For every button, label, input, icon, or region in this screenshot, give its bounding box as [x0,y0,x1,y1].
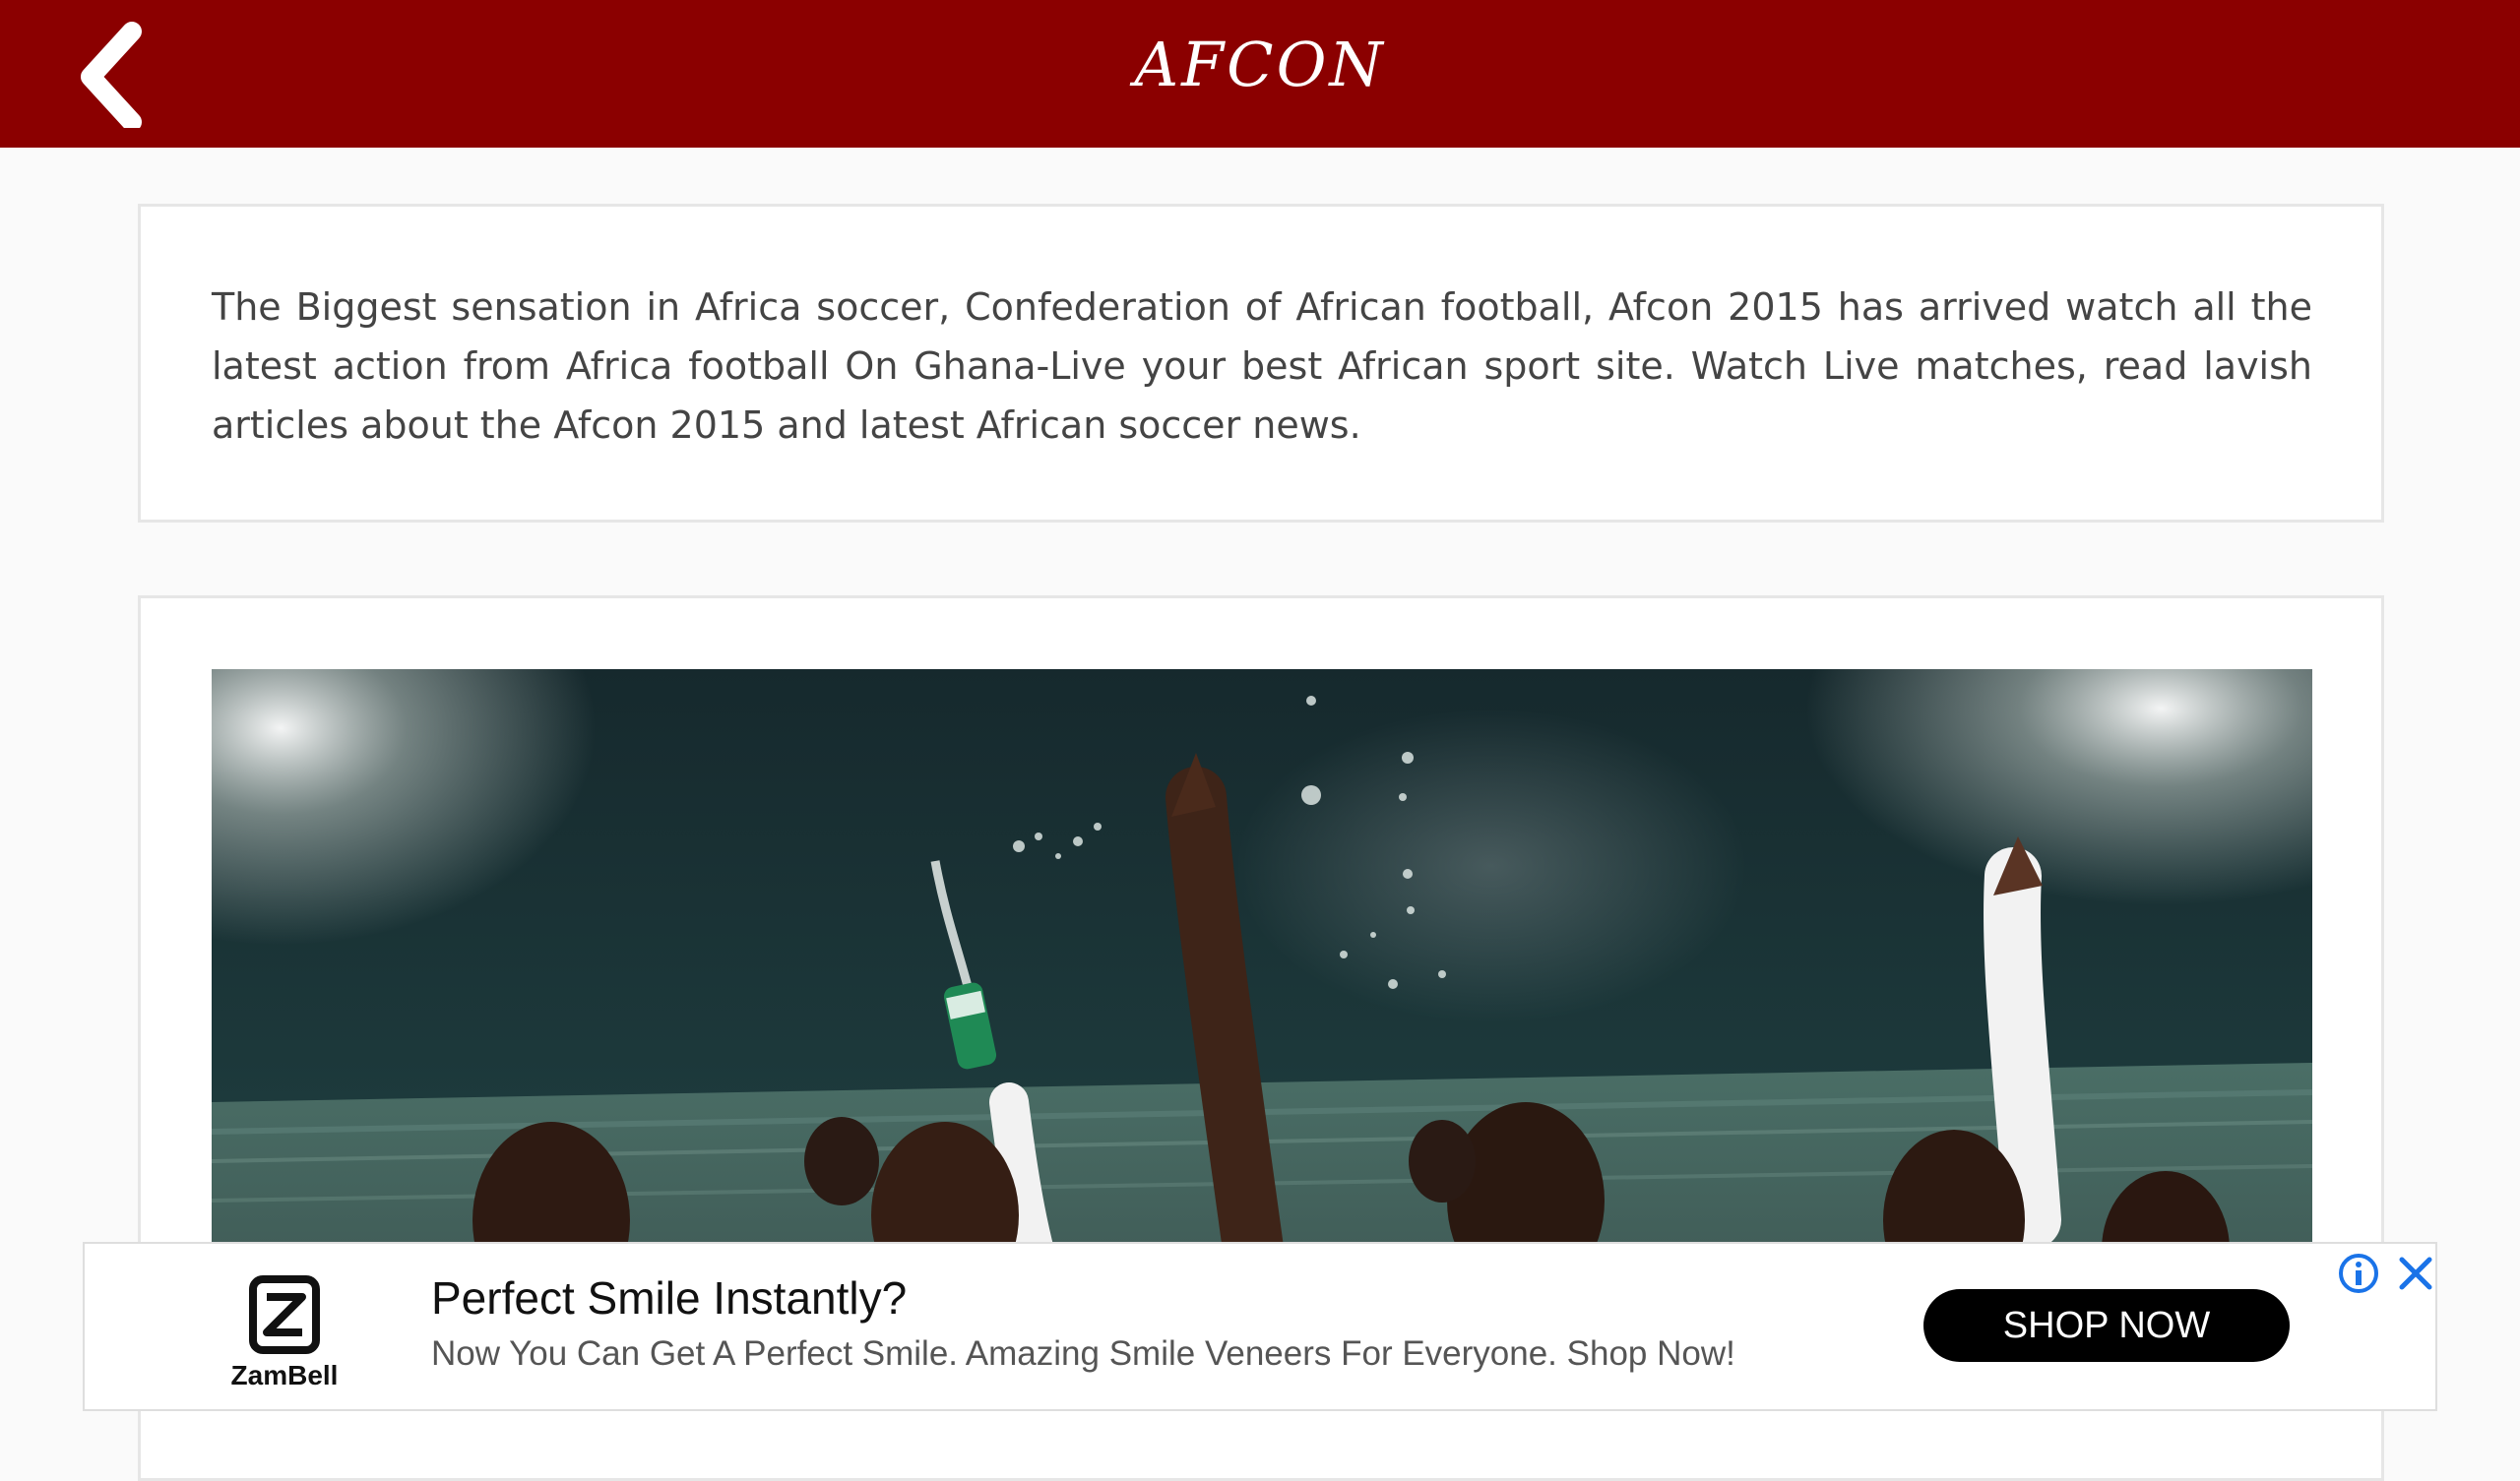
shop-now-button[interactable]: SHOP NOW [1923,1289,2290,1362]
chevron-left-icon [81,22,142,128]
close-icon-glyph [2399,1257,2432,1290]
page-title: AFCON [1134,28,1386,100]
zambell-logo-icon [249,1275,320,1354]
app-bar: AFCON [0,0,2520,148]
info-icon-glyph [2339,1254,2378,1293]
ad-brand-logo[interactable]: ZamBell [211,1275,358,1393]
ad-headline[interactable]: Perfect Smile Instantly? [431,1271,907,1325]
intro-text: The Biggest sensation in Africa soccer, … [212,285,2312,447]
intro-card: The Biggest sensation in Africa soccer, … [138,204,2384,523]
info-icon[interactable] [2337,1252,2380,1295]
close-icon[interactable] [2394,1252,2437,1295]
ad-banner[interactable]: ZamBell Perfect Smile Instantly? Now You… [83,1242,2437,1411]
back-button[interactable] [51,10,179,138]
ad-brand-name: ZamBell [230,1360,339,1390]
ad-body-text[interactable]: Now You Can Get A Perfect Smile. Amazing… [431,1334,1735,1374]
